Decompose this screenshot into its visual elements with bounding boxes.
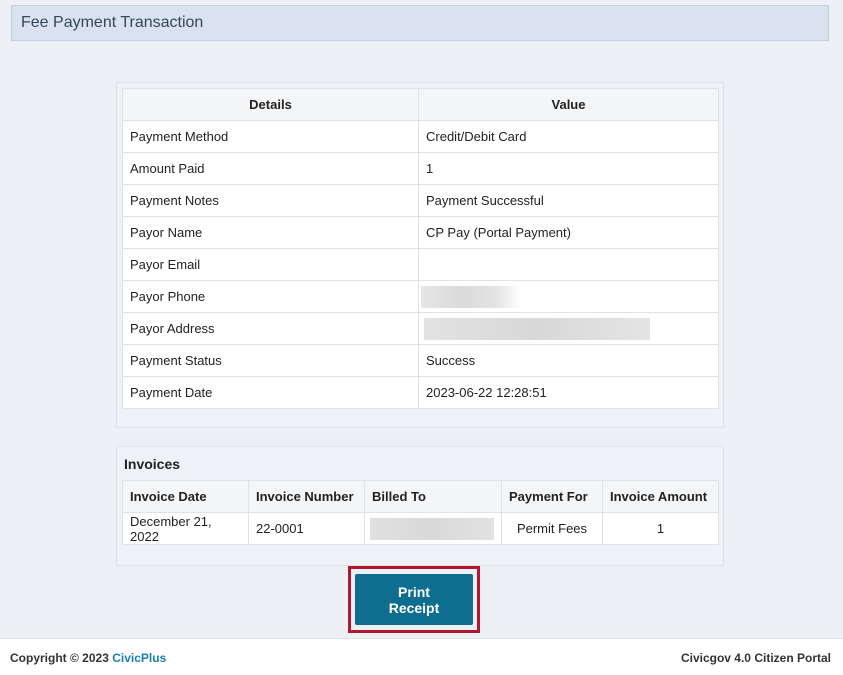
amount-paid-value: 1 [418, 152, 719, 185]
invoices-title: Invoices [124, 456, 181, 472]
table-row: Payor Address [122, 312, 719, 345]
redacted-phone [421, 285, 521, 308]
invoice-number-cell: 22-0001 [248, 512, 365, 545]
invoice-date-header: Invoice Date [122, 480, 249, 513]
portal-name: Civicgov 4.0 Citizen Portal [680, 651, 831, 665]
table-header-row: Details Value [122, 88, 719, 121]
table-row: Payor Name CP Pay (Portal Payment) [122, 216, 719, 249]
payment-status-label: Payment Status [122, 344, 419, 377]
print-label-line1: Print [398, 583, 430, 600]
payor-phone-value [418, 280, 719, 313]
invoices-panel: Invoices Invoice Date Invoice Number Bil… [116, 446, 724, 566]
payment-status-value: Success [418, 344, 719, 377]
civicplus-link[interactable]: CivicPlus [112, 651, 166, 665]
payment-details-table: Details Value Payment Method Credit/Debi… [122, 88, 719, 409]
payment-date-label: Payment Date [122, 376, 419, 409]
payment-for-header: Payment For [501, 480, 603, 513]
table-row: Payment Status Success [122, 344, 719, 377]
print-button-highlight: Print Receipt [348, 566, 480, 633]
payor-name-value: CP Pay (Portal Payment) [418, 216, 719, 249]
page-header: Fee Payment Transaction [11, 5, 829, 41]
table-row: Payor Email [122, 248, 719, 281]
table-row: Amount Paid 1 [122, 152, 719, 185]
payment-date-value: 2023-06-22 12:28:51 [418, 376, 719, 409]
payment-notes-value: Payment Successful [418, 184, 719, 217]
billed-to-header: Billed To [364, 480, 502, 513]
billed-to-cell [364, 512, 502, 545]
redacted-address [424, 317, 650, 340]
invoices-table: Invoice Date Invoice Number Billed To Pa… [122, 480, 719, 545]
payment-method-label: Payment Method [122, 120, 419, 153]
table-row: Payor Phone [122, 280, 719, 313]
value-column-header: Value [418, 88, 719, 121]
footer: Copyright © 2023 CivicPlus Civicgov 4.0 … [0, 638, 843, 675]
copyright-text: Copyright © 2023 [10, 651, 109, 665]
redacted-billed-to [370, 517, 494, 540]
payment-method-value: Credit/Debit Card [418, 120, 719, 153]
payor-name-label: Payor Name [122, 216, 419, 249]
table-row: December 21, 2022 22-0001 Permit Fees 1 [122, 512, 719, 545]
details-column-header: Details [122, 88, 419, 121]
payor-address-label: Payor Address [122, 312, 419, 345]
payment-notes-label: Payment Notes [122, 184, 419, 217]
copyright: Copyright © 2023 CivicPlus [10, 651, 166, 665]
payor-address-value [418, 312, 719, 345]
invoice-amount-header: Invoice Amount [602, 480, 719, 513]
page-title: Fee Payment Transaction [21, 14, 204, 31]
table-row: Payment Date 2023-06-22 12:28:51 [122, 376, 719, 409]
table-row: Payment Notes Payment Successful [122, 184, 719, 217]
print-label-line2: Receipt [388, 599, 440, 616]
payor-email-value [418, 248, 719, 281]
payor-email-label: Payor Email [122, 248, 419, 281]
invoice-amount-cell: 1 [602, 512, 719, 545]
amount-paid-label: Amount Paid [122, 152, 419, 185]
print-receipt-button[interactable]: Print Receipt [355, 574, 473, 625]
invoice-number-header: Invoice Number [248, 480, 365, 513]
payment-for-cell: Permit Fees [501, 512, 603, 545]
payor-phone-label: Payor Phone [122, 280, 419, 313]
table-row: Payment Method Credit/Debit Card [122, 120, 719, 153]
payment-details-panel: Details Value Payment Method Credit/Debi… [116, 82, 724, 428]
invoice-date-cell: December 21, 2022 [122, 512, 249, 545]
table-header-row: Invoice Date Invoice Number Billed To Pa… [122, 480, 719, 513]
